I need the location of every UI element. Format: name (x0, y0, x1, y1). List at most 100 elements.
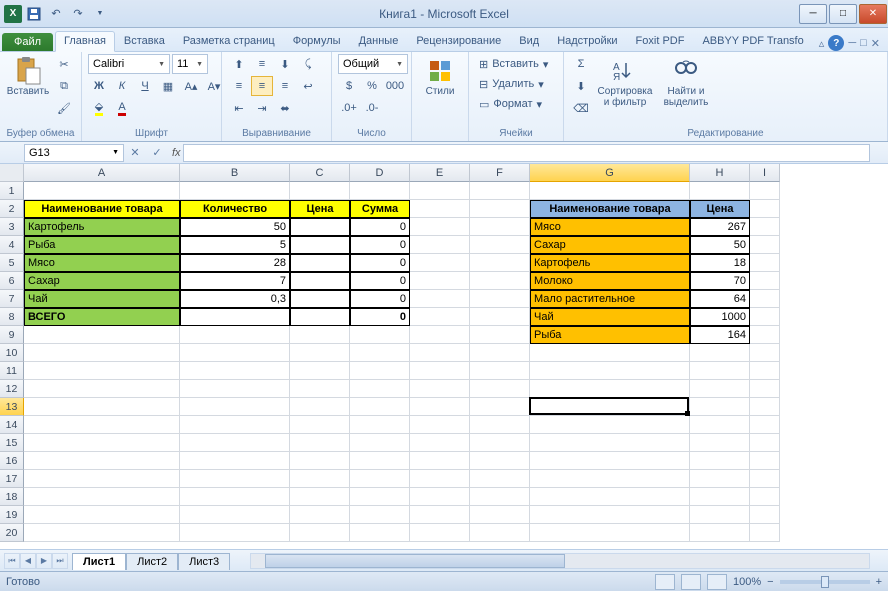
cell-C17[interactable] (290, 470, 350, 488)
cell-F1[interactable] (470, 182, 530, 200)
cell-A14[interactable] (24, 416, 180, 434)
cell-F13[interactable] (470, 398, 530, 416)
cell-H14[interactable] (690, 416, 750, 434)
row-header-16[interactable]: 16 (0, 452, 24, 470)
cell-C18[interactable] (290, 488, 350, 506)
cell-A20[interactable] (24, 524, 180, 542)
cell-H1[interactable] (690, 182, 750, 200)
cell-C8[interactable] (290, 308, 350, 326)
cell-I16[interactable] (750, 452, 780, 470)
cell-F20[interactable] (470, 524, 530, 542)
col-header-H[interactable]: H (690, 164, 750, 182)
cell-I7[interactable] (750, 290, 780, 308)
format-cells-button[interactable]: ▭Формат ▾ (475, 94, 546, 114)
cell-C1[interactable] (290, 182, 350, 200)
help-icon[interactable]: ? (828, 35, 844, 51)
col-header-D[interactable]: D (350, 164, 410, 182)
cell-E1[interactable] (410, 182, 470, 200)
tab-prev-button[interactable]: ◀ (20, 553, 36, 569)
insert-cells-button[interactable]: ⊞Вставить ▾ (475, 54, 552, 74)
row-header-5[interactable]: 5 (0, 254, 24, 272)
cell-H18[interactable] (690, 488, 750, 506)
cell-H9[interactable]: 164 (690, 326, 750, 344)
cell-C3[interactable] (290, 218, 350, 236)
cell-B20[interactable] (180, 524, 290, 542)
cell-E9[interactable] (410, 326, 470, 344)
cell-C6[interactable] (290, 272, 350, 290)
row-header-6[interactable]: 6 (0, 272, 24, 290)
cell-A1[interactable] (24, 182, 180, 200)
normal-view-button[interactable] (655, 574, 675, 590)
col-header-B[interactable]: B (180, 164, 290, 182)
row-header-14[interactable]: 14 (0, 416, 24, 434)
cell-D3[interactable]: 0 (350, 218, 410, 236)
cell-I5[interactable] (750, 254, 780, 272)
cell-I12[interactable] (750, 380, 780, 398)
close-button[interactable]: ✕ (859, 4, 887, 24)
cell-H6[interactable]: 70 (690, 272, 750, 290)
cell-G12[interactable] (530, 380, 690, 398)
cell-F19[interactable] (470, 506, 530, 524)
column-headers[interactable]: ABCDEFGHI (24, 164, 780, 182)
merge-button[interactable]: ⬌ (274, 98, 296, 118)
ribbon-tab-8[interactable]: Foxit PDF (627, 31, 694, 51)
fx-icon[interactable]: fx (172, 147, 181, 159)
align-center-button[interactable]: ≡ (251, 76, 273, 96)
cell-F15[interactable] (470, 434, 530, 452)
cell-C2[interactable]: Цена (290, 200, 350, 218)
cell-H5[interactable]: 18 (690, 254, 750, 272)
cell-D13[interactable] (350, 398, 410, 416)
cell-G11[interactable] (530, 362, 690, 380)
cell-I15[interactable] (750, 434, 780, 452)
cell-B17[interactable] (180, 470, 290, 488)
cell-D6[interactable]: 0 (350, 272, 410, 290)
cell-A5[interactable]: Мясо (24, 254, 180, 272)
row-headers[interactable]: 1234567891011121314151617181920 (0, 182, 24, 542)
bold-button[interactable]: Ж (88, 76, 110, 96)
row-header-1[interactable]: 1 (0, 182, 24, 200)
row-header-10[interactable]: 10 (0, 344, 24, 362)
ribbon-tab-3[interactable]: Формулы (284, 31, 350, 51)
cell-C11[interactable] (290, 362, 350, 380)
cell-A7[interactable]: Чай (24, 290, 180, 308)
cell-I1[interactable] (750, 182, 780, 200)
cell-F18[interactable] (470, 488, 530, 506)
doc-close-icon[interactable]: ✕ (871, 37, 880, 50)
ribbon-tab-2[interactable]: Разметка страниц (174, 31, 284, 51)
cell-H10[interactable] (690, 344, 750, 362)
cell-I6[interactable] (750, 272, 780, 290)
row-header-12[interactable]: 12 (0, 380, 24, 398)
cell-H4[interactable]: 50 (690, 236, 750, 254)
font-color-button[interactable]: A (111, 98, 133, 118)
cell-H11[interactable] (690, 362, 750, 380)
cell-C16[interactable] (290, 452, 350, 470)
cell-D18[interactable] (350, 488, 410, 506)
row-header-8[interactable]: 8 (0, 308, 24, 326)
cell-B5[interactable]: 28 (180, 254, 290, 272)
qat-dropdown[interactable]: ▼ (90, 4, 110, 24)
cut-button[interactable]: ✂ (53, 54, 75, 74)
minimize-button[interactable]: ─ (799, 4, 827, 24)
cell-D17[interactable] (350, 470, 410, 488)
cell-G6[interactable]: Молоко (530, 272, 690, 290)
cell-F11[interactable] (470, 362, 530, 380)
border-button[interactable]: ▦ (157, 76, 179, 96)
cell-E19[interactable] (410, 506, 470, 524)
doc-minimize-icon[interactable]: ─ (848, 37, 856, 49)
increase-indent-button[interactable]: ⇥ (251, 98, 273, 118)
doc-restore-icon[interactable]: □ (860, 37, 867, 49)
cell-D1[interactable] (350, 182, 410, 200)
cell-G13[interactable] (530, 398, 690, 416)
cell-G17[interactable] (530, 470, 690, 488)
underline-button[interactable]: Ч (134, 76, 156, 96)
tab-last-button[interactable]: ⏭ (52, 553, 68, 569)
fill-button[interactable]: ⬇ (570, 76, 592, 96)
cell-C19[interactable] (290, 506, 350, 524)
row-header-2[interactable]: 2 (0, 200, 24, 218)
cell-G20[interactable] (530, 524, 690, 542)
cell-I13[interactable] (750, 398, 780, 416)
cell-F5[interactable] (470, 254, 530, 272)
ribbon-tab-4[interactable]: Данные (350, 31, 408, 51)
cell-E13[interactable] (410, 398, 470, 416)
wrap-text-button[interactable]: ↩ (297, 76, 319, 96)
